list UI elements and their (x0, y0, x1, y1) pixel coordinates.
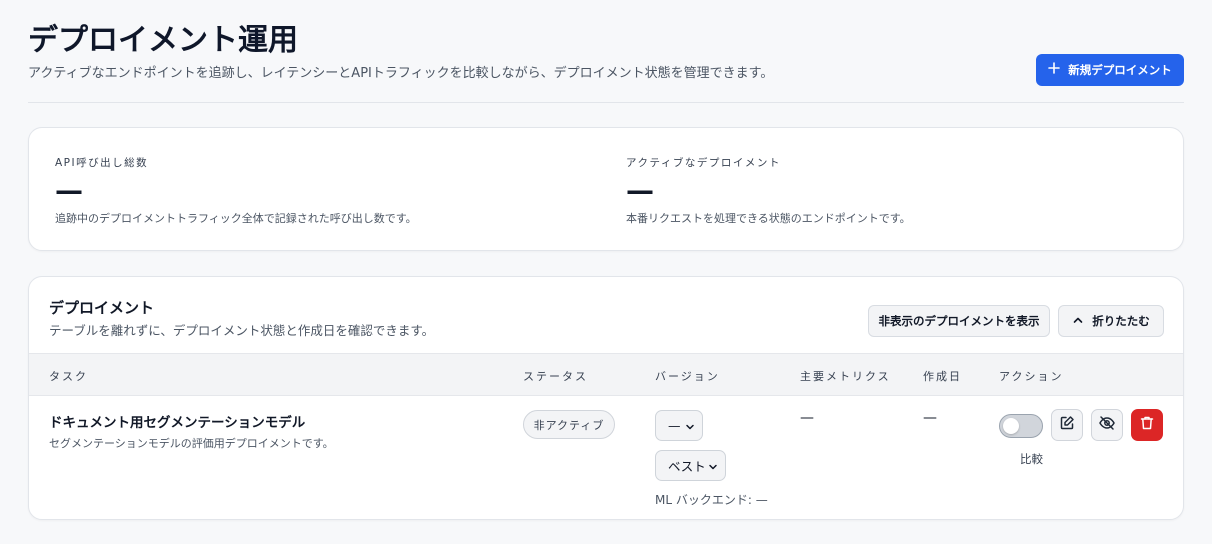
chevron-down-icon (708, 460, 718, 470)
stat-value: — (626, 174, 654, 207)
task-description: セグメンテーションモデルの評価用デプロイメントです。 (49, 437, 334, 450)
column-header-actions: アクション (999, 370, 1064, 383)
new-deployment-button[interactable]: 新規デプロイメント (1036, 54, 1184, 86)
column-header-task: タスク (49, 370, 88, 383)
deployments-card: デプロイメント テーブルを離れずに、デプロイメント状態と作成日を確認できます。 … (28, 276, 1184, 520)
stat-label: API呼び出し総数 (55, 157, 149, 169)
eye-off-icon (1098, 414, 1116, 436)
deployments-title: デプロイメント (49, 299, 155, 317)
column-header-metrics: 主要メトリクス (800, 370, 891, 383)
version-select[interactable]: — (655, 410, 703, 441)
hide-button[interactable] (1091, 409, 1123, 441)
column-header-status: ステータス (523, 370, 588, 383)
created-date-value: — (923, 410, 937, 426)
toggle-knob (1003, 418, 1019, 434)
compare-label: 比較 (1020, 452, 1043, 466)
new-deployment-label: 新規デプロイメント (1068, 63, 1172, 77)
primary-metric-value: — (800, 410, 814, 426)
page-header: デプロイメント運用 アクティブなエンドポイントを追跡し、レイテンシーとAPIトラ… (28, 22, 1184, 103)
collapse-label: 折りたたむ (1092, 314, 1150, 328)
compare-toggle[interactable] (999, 414, 1043, 438)
stats-card: API呼び出し総数 — 追跡中のデプロイメントトラフィック全体で記録された呼び出… (28, 127, 1184, 251)
stat-description: 追跡中のデプロイメントトラフィック全体で記録された呼び出し数です。 (55, 212, 417, 225)
chevron-down-icon (685, 420, 695, 430)
show-hidden-label: 非表示のデプロイメントを表示 (878, 314, 1040, 328)
collapse-button[interactable]: 折りたたむ (1058, 305, 1164, 337)
trash-icon (1139, 415, 1155, 435)
page-title: デプロイメント運用 (28, 23, 298, 58)
page-subtitle: アクティブなエンドポイントを追跡し、レイテンシーとAPIトラフィックを比較しなが… (28, 66, 774, 81)
status-badge: 非アクティブ (523, 410, 615, 439)
version-select-value: — (668, 418, 681, 433)
model-selection-value: ベスト (668, 459, 706, 474)
stat-value: — (55, 174, 83, 207)
ml-backend-info: ML バックエンド: — (655, 493, 768, 507)
column-header-version: バージョン (655, 370, 720, 383)
plus-icon (1048, 60, 1061, 78)
task-title: ドキュメント用セグメンテーションモデル (49, 415, 306, 431)
stat-label: アクティブなデプロイメント (626, 157, 781, 169)
edit-button[interactable] (1051, 409, 1083, 441)
edit-icon (1059, 415, 1075, 435)
table-header: タスク ステータス バージョン 主要メトリクス 作成日 アクション (29, 353, 1183, 396)
deployments-subtitle: テーブルを離れずに、デプロイメント状態と作成日を確認できます。 (49, 323, 435, 338)
column-header-created: 作成日 (923, 370, 962, 383)
stat-description: 本番リクエストを処理できる状態のエンドポイントです。 (626, 212, 911, 225)
chevron-up-icon (1072, 314, 1084, 329)
show-hidden-deployments-button[interactable]: 非表示のデプロイメントを表示 (868, 305, 1050, 337)
delete-button[interactable] (1131, 409, 1163, 441)
model-selection-select[interactable]: ベスト (655, 450, 726, 481)
